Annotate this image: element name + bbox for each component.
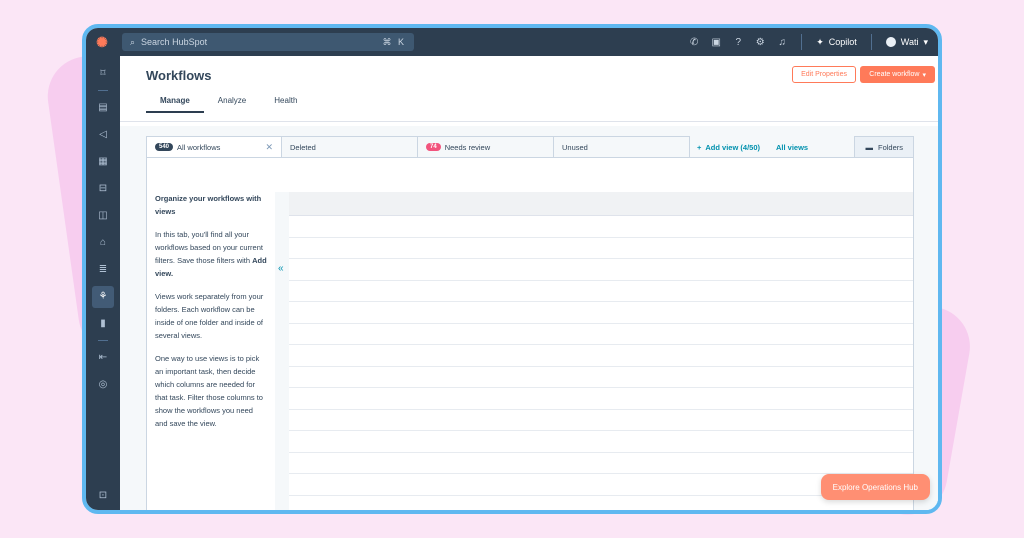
count-badge: 74 xyxy=(426,143,441,151)
account-name: Wati xyxy=(900,37,919,47)
add-view-label: Add view (4/50) xyxy=(705,142,760,152)
sparkle-icon: ✦ xyxy=(816,36,824,47)
view-tab-label: Unused xyxy=(562,142,588,152)
info-text: In this tab, you'll find all your workfl… xyxy=(155,230,263,265)
database-icon[interactable]: ≣ xyxy=(92,259,114,281)
page-title: Workflows xyxy=(146,68,212,83)
create-workflow-button[interactable]: Create workflow ▾ xyxy=(860,66,935,83)
plus-icon: + xyxy=(697,142,702,152)
table-row[interactable] xyxy=(289,410,913,431)
info-title: Organize your workflows with views xyxy=(155,194,262,216)
collapse-arrows-icon[interactable]: ⇤ xyxy=(92,347,114,369)
info-paragraph: One way to use views is to pick an impor… xyxy=(155,354,263,428)
view-tab-all-workflows[interactable]: 540 All workflows ✕ xyxy=(146,136,282,158)
folders-button[interactable]: ▬ Folders xyxy=(854,136,914,158)
table-row[interactable] xyxy=(289,388,913,410)
commerce-icon[interactable]: ⊟ xyxy=(92,178,114,200)
page-tabs: Manage Analyze Health xyxy=(146,94,311,113)
account-menu[interactable]: Wati ▾ xyxy=(880,37,938,48)
view-tab-needs-review[interactable]: 74 Needs review xyxy=(417,136,554,158)
hubspot-logo-icon[interactable]: ✺ xyxy=(86,28,118,56)
count-badge: 540 xyxy=(155,143,174,151)
table-row[interactable] xyxy=(289,474,913,496)
copilot-button[interactable]: ✦ Copilot xyxy=(810,37,863,48)
bell-icon[interactable]: ♫ xyxy=(771,37,793,48)
workflows-panel: Organize your workflows with views In th… xyxy=(146,157,914,510)
view-tab-unused[interactable]: Unused xyxy=(553,136,690,158)
phone-icon[interactable]: ✆ xyxy=(683,37,705,48)
table-row[interactable] xyxy=(289,324,913,345)
divider xyxy=(801,34,803,50)
search-icon: ⌕ xyxy=(130,36,136,47)
table-row[interactable] xyxy=(289,302,913,324)
gear-icon[interactable]: ⚙ xyxy=(749,37,771,48)
marketing-icon[interactable]: ◁ xyxy=(92,124,114,146)
copilot-label: Copilot xyxy=(828,37,857,47)
table-header xyxy=(289,192,913,216)
table-row[interactable] xyxy=(289,259,913,281)
table-row[interactable] xyxy=(289,238,913,259)
folder-icon: ▬ xyxy=(865,142,873,152)
caret-down-icon: ▾ xyxy=(922,71,926,79)
table-row[interactable] xyxy=(289,453,913,474)
marketplace-icon[interactable]: ▣ xyxy=(705,37,727,48)
expand-sidebar-icon[interactable]: ⊡ xyxy=(92,484,114,506)
app-window: ✺ ⌕ Search HubSpot ⌘ K ✆ ▣ ? ⚙ ♫ ✦ Copil… xyxy=(82,24,942,514)
search-shortcut: ⌘ K xyxy=(382,36,406,47)
all-views-link[interactable]: All views xyxy=(768,136,816,158)
home-icon[interactable]: ⌂ xyxy=(92,232,114,254)
create-workflow-label: Create workflow xyxy=(869,71,920,78)
view-tab-deleted[interactable]: Deleted xyxy=(281,136,418,158)
explore-operations-hub-button[interactable]: Explore Operations Hub xyxy=(820,474,930,500)
table-row[interactable] xyxy=(289,431,913,453)
top-navigation-bar: ✺ ⌕ Search HubSpot ⌘ K ✆ ▣ ? ⚙ ♫ ✦ Copil… xyxy=(86,28,938,56)
close-icon[interactable]: ✕ xyxy=(265,142,273,153)
automation-icon[interactable]: ⚘ xyxy=(92,285,114,308)
tab-analyze[interactable]: Analyze xyxy=(204,94,260,113)
edit-properties-button[interactable]: Edit Properties xyxy=(792,66,856,83)
add-view-button[interactable]: + Add view (4/50) xyxy=(689,136,768,158)
search-bar[interactable]: ⌕ Search HubSpot ⌘ K xyxy=(122,33,414,51)
bookmark-icon[interactable]: ⌑ xyxy=(92,63,114,85)
caret-down-icon: ▾ xyxy=(923,36,928,47)
divider xyxy=(98,340,108,341)
info-paragraph: Views work separately from your folders.… xyxy=(155,292,264,340)
double-chevron-left-icon[interactable]: « xyxy=(278,263,284,274)
avatar xyxy=(885,37,896,47)
tab-manage[interactable]: Manage xyxy=(146,94,204,113)
contacts-icon[interactable]: ▤ xyxy=(92,97,114,119)
workflows-table xyxy=(289,192,913,510)
page-header: Workflows Edit Properties Create workflo… xyxy=(120,56,938,122)
table-row[interactable] xyxy=(289,216,913,238)
table-row[interactable] xyxy=(289,496,913,511)
table-row[interactable] xyxy=(289,367,913,388)
sidebar: ⌑ ▤ ◁ ▦ ⊟ ◫ ⌂ ≣ ⚘ ▮ ⇤ ◎ ⊡ xyxy=(86,56,120,510)
folders-label: Folders xyxy=(877,142,903,152)
wallet-icon[interactable]: ◫ xyxy=(92,205,114,227)
reports-icon[interactable]: ▮ xyxy=(92,313,114,335)
view-tab-label: Deleted xyxy=(290,142,316,152)
view-tab-label: All workflows xyxy=(177,142,221,152)
table-row[interactable] xyxy=(289,281,913,302)
settings-circle-icon[interactable]: ◎ xyxy=(92,374,114,396)
help-icon[interactable]: ? xyxy=(727,37,749,48)
main-content: Workflows Edit Properties Create workflo… xyxy=(120,56,938,510)
calendar-icon[interactable]: ▦ xyxy=(92,151,114,173)
views-bar: 540 All workflows ✕ Deleted 74 Needs rev… xyxy=(146,136,914,158)
info-paragraph: In this tab, you'll find all your workfl… xyxy=(155,228,267,280)
divider xyxy=(870,34,872,50)
collapse-strip xyxy=(275,192,289,510)
divider xyxy=(98,90,108,91)
tab-health[interactable]: Health xyxy=(260,94,311,113)
views-info-panel: Organize your workflows with views In th… xyxy=(147,158,275,510)
search-placeholder: Search HubSpot xyxy=(141,37,208,47)
table-row[interactable] xyxy=(289,345,913,367)
view-tab-label: Needs review xyxy=(444,142,491,152)
